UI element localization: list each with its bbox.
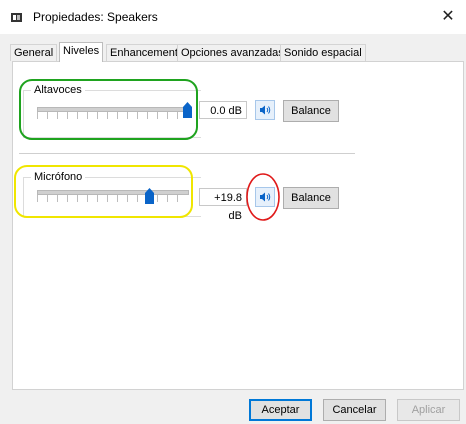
- ok-button[interactable]: Aceptar: [249, 399, 312, 421]
- properties-dialog: Propiedades: Speakers ✕ General Niveles …: [0, 0, 466, 424]
- yellow-annotation-box: [14, 165, 193, 218]
- red-annotation-circle: [246, 173, 280, 221]
- tab-niveles[interactable]: Niveles: [59, 42, 104, 62]
- apply-button[interactable]: Aplicar: [397, 399, 460, 421]
- cancel-button[interactable]: Cancelar: [323, 399, 386, 421]
- green-annotation-box: [19, 79, 198, 140]
- annotation-overlay: [14, 79, 280, 221]
